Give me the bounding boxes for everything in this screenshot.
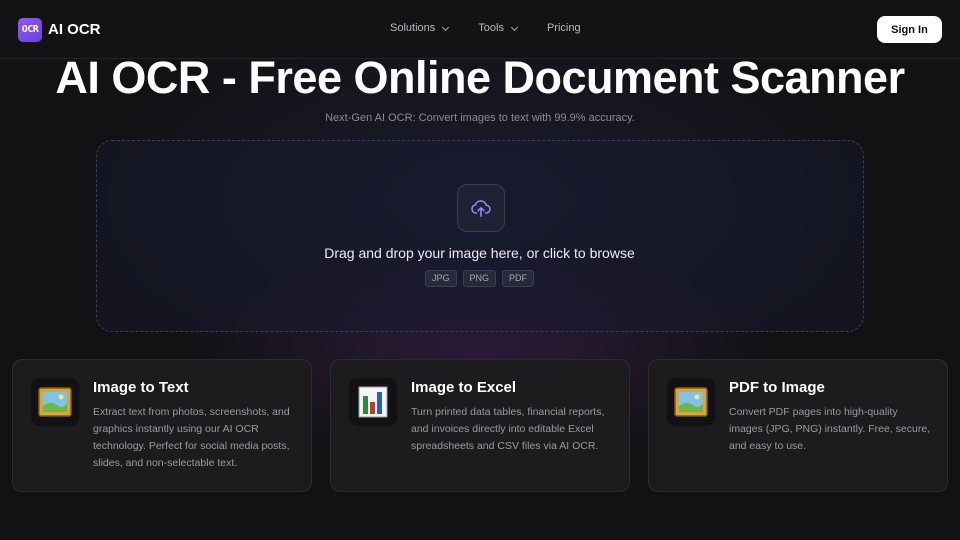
nav-solutions[interactable]: Solutions	[390, 22, 450, 34]
upload-dropzone[interactable]: Drag and drop your image here, or click …	[96, 140, 864, 332]
format-badge-png: PNG	[462, 270, 497, 287]
page-title: AI OCR - Free Online Document Scanner	[55, 52, 905, 103]
card-title: PDF to Image	[729, 379, 825, 396]
nav-pricing-label: Pricing	[546, 22, 581, 34]
nav-tools-label: Tools	[478, 22, 504, 34]
card-description: Extract text from photos, screenshots, a…	[93, 406, 290, 469]
card-description: Convert PDF pages into high-quality imag…	[729, 406, 931, 452]
upload-prompt: Drag and drop your image here, or click …	[324, 245, 635, 261]
feature-card-image-to-excel[interactable]: Image to Excel Turn printed data tables,…	[330, 359, 630, 492]
framed-picture-icon	[674, 387, 708, 417]
upload-button[interactable]	[457, 184, 505, 232]
nav-links: Solutions Tools Pricing	[390, 22, 609, 34]
brand-name: AI OCR	[48, 21, 101, 38]
ocr-logo-icon: OCR	[18, 17, 42, 42]
nav-tools[interactable]: Tools	[478, 22, 519, 34]
format-badge-jpg: JPG	[424, 270, 457, 287]
card-description: Turn printed data tables, financial repo…	[411, 406, 605, 452]
feature-card-pdf-to-image[interactable]: PDF to Image Convert PDF pages into high…	[648, 359, 948, 492]
brand-logo[interactable]: OCR AI OCR	[18, 17, 101, 42]
nav-pricing[interactable]: Pricing	[547, 22, 581, 34]
top-navbar: OCR AI OCR Solutions Tools Pricing Sign …	[0, 0, 960, 59]
card-icon-box	[349, 378, 397, 426]
chevron-down-icon	[442, 26, 450, 31]
card-title: Image to Text	[93, 379, 189, 396]
format-badge-pdf: PDF	[502, 270, 535, 287]
card-icon-box	[31, 378, 79, 426]
cloud-upload-icon	[471, 200, 491, 217]
chevron-down-icon	[510, 26, 518, 31]
card-icon-box	[667, 378, 715, 426]
framed-picture-icon	[38, 387, 72, 417]
feature-card-image-to-text[interactable]: Image to Text Extract text from photos, …	[12, 359, 312, 492]
page-subtitle: Next-Gen AI OCR: Convert images to text …	[325, 112, 635, 124]
bar-chart-icon	[358, 386, 388, 418]
nav-solutions-label: Solutions	[390, 22, 436, 34]
card-title: Image to Excel	[411, 379, 517, 396]
sign-in-button[interactable]: Sign In	[877, 16, 942, 43]
supported-formats: JPG PNG PDF	[97, 270, 862, 287]
